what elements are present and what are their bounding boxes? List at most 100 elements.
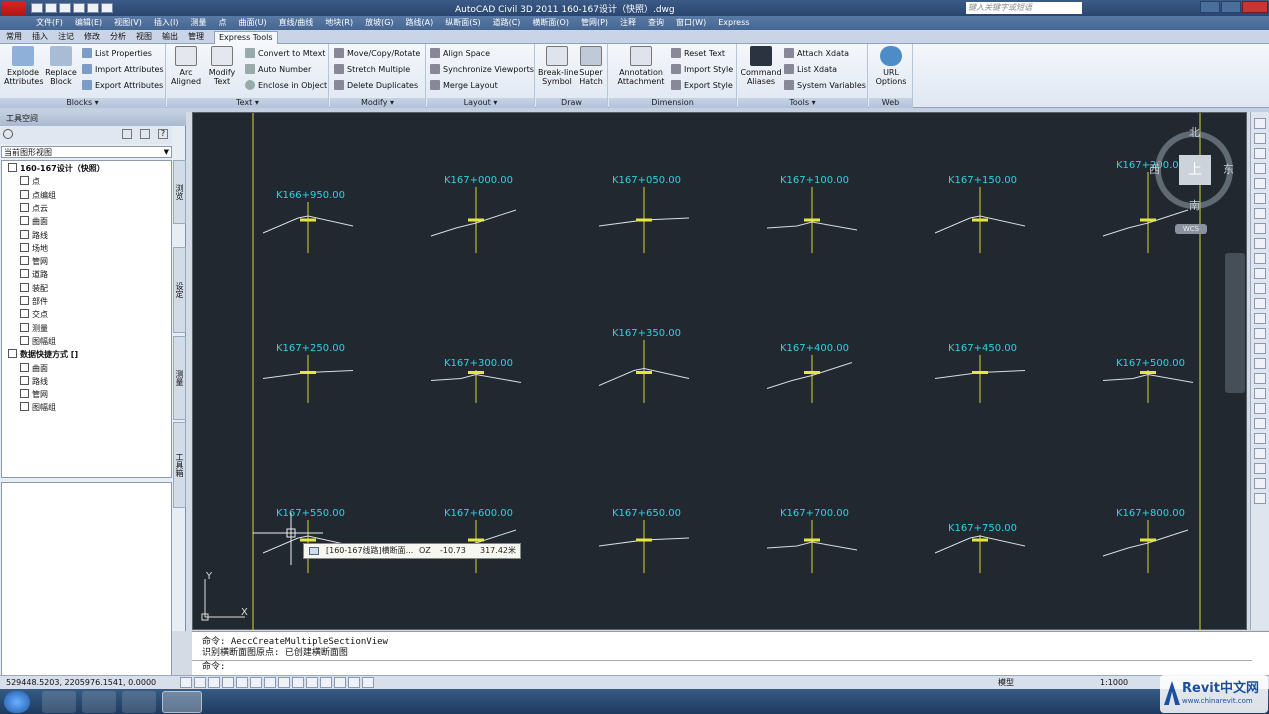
tree-item[interactable]: 路线: [20, 375, 48, 387]
menu-item[interactable]: 管网(P): [581, 17, 608, 29]
taskbar-ie[interactable]: [42, 691, 76, 713]
toolspace-vtab[interactable]: 工具箱: [173, 422, 186, 508]
menu-item[interactable]: 地块(R): [325, 17, 353, 29]
maximize-button[interactable]: [1221, 1, 1241, 13]
annotation-attachment-button[interactable]: Annotation Attachment: [613, 46, 669, 86]
taskbar-explorer[interactable]: [122, 691, 156, 713]
menu-item[interactable]: 曲面(U): [238, 17, 266, 29]
search-icon[interactable]: [3, 129, 13, 139]
tree-item[interactable]: 管网: [20, 389, 48, 400]
toolspace-vtab[interactable]: 设定: [173, 247, 186, 333]
modify-text-button[interactable]: Modify Text: [205, 46, 239, 86]
status-toggle[interactable]: [334, 677, 346, 688]
right-tool-icon[interactable]: [1254, 118, 1266, 129]
menu-item[interactable]: 文件(F): [36, 17, 63, 29]
ribbon-tab[interactable]: 输出: [162, 31, 178, 44]
list-properties-button[interactable]: List Properties: [82, 47, 152, 61]
right-tool-icon[interactable]: [1254, 328, 1266, 339]
compass-east[interactable]: 东: [1223, 161, 1234, 177]
right-tool-icon[interactable]: [1254, 298, 1266, 309]
tree-item[interactable]: 图幅组: [20, 402, 56, 413]
tree-item[interactable]: 装配: [20, 282, 48, 294]
right-tool-icon[interactable]: [1254, 343, 1266, 354]
navigation-bar[interactable]: [1225, 253, 1245, 393]
right-tool-icon[interactable]: [1254, 433, 1266, 444]
compass-south[interactable]: 南: [1189, 197, 1200, 213]
ribbon-tab[interactable]: 管理: [188, 31, 204, 44]
ribbon-tab[interactable]: 分析: [110, 31, 126, 44]
menu-item[interactable]: 道路(C): [493, 17, 521, 29]
tree-item[interactable]: 点编组: [20, 189, 56, 201]
right-tool-icon[interactable]: [1254, 208, 1266, 219]
status-toggle[interactable]: [278, 677, 290, 688]
explode-attributes-button[interactable]: Explode Attributes: [4, 46, 44, 86]
tree-item[interactable]: 路线: [20, 229, 48, 241]
merge-layout-button[interactable]: Merge Layout: [430, 79, 498, 93]
open-icon[interactable]: [45, 3, 57, 13]
ribbon-tab[interactable]: Express Tools: [214, 31, 278, 44]
tree-item[interactable]: 测量: [20, 322, 48, 334]
start-button[interactable]: [4, 691, 30, 713]
copy-icon[interactable]: [122, 129, 132, 139]
move-copy-rotate-button[interactable]: Move/Copy/Rotate: [334, 47, 420, 61]
right-tool-icon[interactable]: [1254, 163, 1266, 174]
menu-item[interactable]: 测量: [190, 17, 206, 29]
super-hatch-button[interactable]: Super Hatch: [576, 46, 606, 86]
menu-item[interactable]: 点: [218, 17, 226, 29]
viewcube[interactable]: 上 北 南 东 西 WCS: [1149, 124, 1237, 234]
ribbon-tab[interactable]: 插入: [32, 31, 48, 44]
right-tool-icon[interactable]: [1254, 373, 1266, 384]
sync-viewports-button[interactable]: Synchronize Viewports: [430, 63, 534, 77]
viewcube-top-face[interactable]: 上: [1179, 155, 1211, 185]
ribbon-tab[interactable]: 视图: [136, 31, 152, 44]
list-xdata-button[interactable]: List Xdata: [784, 63, 837, 77]
right-tool-icon[interactable]: [1254, 193, 1266, 204]
auto-number-button[interactable]: Auto Number: [245, 63, 311, 77]
menu-item[interactable]: Express: [718, 17, 749, 29]
arc-aligned-button[interactable]: Arc Aligned: [169, 46, 203, 86]
right-tool-icon[interactable]: [1254, 178, 1266, 189]
tree-item[interactable]: 交点: [20, 309, 48, 320]
enclose-object-button[interactable]: Enclose in Object: [245, 79, 327, 93]
system-variables-button[interactable]: System Variables: [784, 79, 866, 93]
status-toggle[interactable]: [236, 677, 248, 688]
export-style-button[interactable]: Export Style: [671, 79, 733, 93]
ribbon-tab[interactable]: 修改: [84, 31, 100, 44]
menu-item[interactable]: 编辑(E): [75, 17, 102, 29]
ribbon-tab[interactable]: 注记: [58, 31, 74, 44]
toolspace-vtab[interactable]: 测量: [173, 336, 186, 420]
annotation-scale[interactable]: 1:1000: [1100, 677, 1128, 689]
panel-blocks-footer[interactable]: Blocks ▾: [0, 98, 165, 108]
compass-north[interactable]: 北: [1189, 124, 1200, 140]
tree-item[interactable]: 曲面: [20, 362, 48, 374]
right-tool-icon[interactable]: [1254, 418, 1266, 429]
window-icon[interactable]: [140, 129, 150, 139]
tree-item[interactable]: 部件: [20, 296, 48, 307]
print-icon[interactable]: [73, 3, 85, 13]
taskbar-app2[interactable]: [82, 691, 116, 713]
menu-item[interactable]: 窗口(W): [676, 17, 706, 29]
right-tool-icon[interactable]: [1254, 313, 1266, 324]
import-style-button[interactable]: Import Style: [671, 63, 733, 77]
menu-item[interactable]: 注释: [620, 17, 636, 29]
status-toggle[interactable]: [320, 677, 332, 688]
status-toggle[interactable]: [362, 677, 374, 688]
menu-item[interactable]: 视图(V): [114, 17, 142, 29]
right-tool-icon[interactable]: [1254, 403, 1266, 414]
menu-item[interactable]: 横断面(O): [532, 17, 569, 29]
tree-item[interactable]: 点云: [20, 202, 48, 214]
tree-item[interactable]: 160-167设计（快照）: [8, 163, 105, 174]
status-toggle[interactable]: [292, 677, 304, 688]
menu-item[interactable]: 纵断面(S): [445, 17, 480, 29]
ribbon-tab[interactable]: 常用: [6, 31, 22, 44]
convert-mtext-button[interactable]: Convert to Mtext: [245, 47, 325, 61]
right-tool-icon[interactable]: [1254, 283, 1266, 294]
reset-text-button[interactable]: Reset Text: [671, 47, 725, 61]
right-tool-icon[interactable]: [1254, 148, 1266, 159]
breakline-symbol-button[interactable]: Break-line Symbol: [538, 46, 578, 86]
minimize-button[interactable]: [1200, 1, 1220, 13]
tree-item[interactable]: 管网: [20, 256, 48, 267]
drawing-canvas[interactable]: K166+950.00 K167+000.00 K167+050.00 K167+10…: [192, 112, 1247, 631]
redo-icon[interactable]: [101, 3, 113, 13]
menu-item[interactable]: 插入(I): [154, 17, 179, 29]
